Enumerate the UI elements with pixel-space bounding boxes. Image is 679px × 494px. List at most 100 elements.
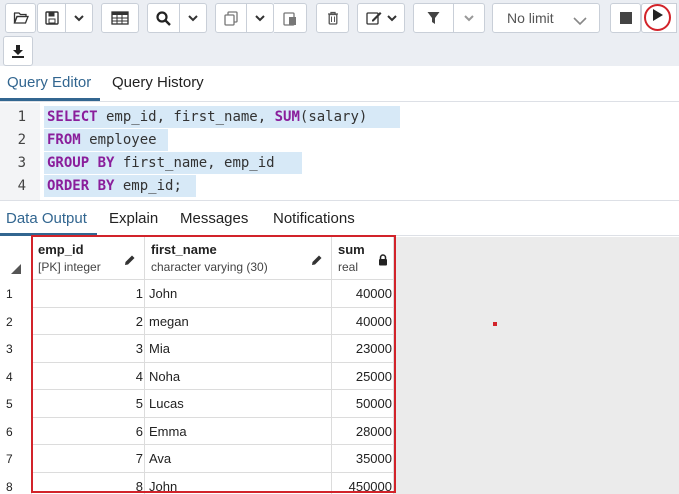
cell-sum[interactable]: 40000 xyxy=(332,307,394,335)
row-limit-value: No limit xyxy=(507,10,554,26)
lock-icon xyxy=(378,253,388,271)
editor-tabs: Query Editor Query History xyxy=(0,66,679,102)
cell-emp-id[interactable]: 6 xyxy=(32,417,145,445)
edit-button[interactable] xyxy=(357,3,405,33)
cell-first-name[interactable]: Lucas xyxy=(145,390,332,418)
cell-first-name[interactable]: Noha xyxy=(145,362,332,390)
select-all-corner[interactable] xyxy=(11,264,21,274)
cell-first-name[interactable]: megan xyxy=(145,307,332,335)
column-header-sum[interactable]: sum real xyxy=(332,237,394,280)
column-type: real xyxy=(338,260,359,274)
cell-sum[interactable]: 25000 xyxy=(332,362,394,390)
sql-keyword: SUM xyxy=(274,109,300,125)
line-number: 4 xyxy=(17,178,26,194)
active-tab-indicator xyxy=(0,233,97,236)
line-number: 1 xyxy=(17,109,26,125)
column-header-emp-id[interactable]: emp_id [PK] integer xyxy=(32,237,145,280)
row-number[interactable]: 7 xyxy=(6,452,13,466)
code-line: ORDER BY emp_id; xyxy=(44,175,196,197)
code-line: FROM employee xyxy=(44,129,168,151)
tab-query-editor[interactable]: Query Editor xyxy=(7,74,91,91)
cell-first-name[interactable]: Emma xyxy=(145,417,332,445)
tab-notifications[interactable]: Notifications xyxy=(273,210,355,227)
stop-icon xyxy=(619,12,632,24)
cell-sum[interactable]: 450000 xyxy=(332,472,394,494)
paste-button[interactable] xyxy=(274,3,307,33)
download-button[interactable] xyxy=(3,36,33,66)
filter-button[interactable] xyxy=(413,3,454,33)
column-type: [PK] integer xyxy=(38,260,101,274)
chevron-down-icon xyxy=(464,14,474,22)
column-name: emp_id xyxy=(38,242,84,257)
cell-emp-id[interactable]: 1 xyxy=(32,280,145,308)
execute-highlight xyxy=(644,4,671,31)
cell-emp-id[interactable]: 3 xyxy=(32,335,145,363)
row-number[interactable]: 1 xyxy=(6,287,13,301)
sql-keyword: SELECT xyxy=(47,109,98,125)
cell-sum[interactable]: 28000 xyxy=(332,417,394,445)
cell-emp-id[interactable]: 4 xyxy=(32,362,145,390)
open-file-button[interactable] xyxy=(5,3,36,33)
pencil-icon xyxy=(311,253,323,271)
result-tabs: Data Output Explain Messages Notificatio… xyxy=(0,200,679,236)
sql-keyword: ORDER BY xyxy=(47,178,115,194)
tab-data-output[interactable]: Data Output xyxy=(6,210,87,227)
cell-emp-id[interactable]: 2 xyxy=(32,307,145,335)
tab-explain[interactable]: Explain xyxy=(109,210,158,227)
sql-editor[interactable]: 1 2 3 4 SELECT emp_id, first_name, SUM(s… xyxy=(0,103,679,200)
row-limit-select[interactable]: No limit xyxy=(492,3,600,33)
cell-emp-id[interactable]: 8 xyxy=(32,472,145,494)
row-number-column xyxy=(0,237,32,494)
find-button[interactable] xyxy=(147,3,180,33)
delete-button[interactable] xyxy=(316,3,349,33)
copy-options-button[interactable] xyxy=(247,3,274,33)
pencil-icon xyxy=(124,253,136,271)
copy-button[interactable] xyxy=(215,3,247,33)
chevron-down-icon xyxy=(188,14,198,22)
cell-emp-id[interactable]: 5 xyxy=(32,390,145,418)
cell-first-name[interactable]: Ava xyxy=(145,445,332,473)
find-options-button[interactable] xyxy=(180,3,207,33)
save-options-button[interactable] xyxy=(66,3,93,33)
data-output-grid: emp_id [PK] integer first_name character… xyxy=(0,237,679,494)
cell-sum[interactable]: 50000 xyxy=(332,390,394,418)
marker-dot xyxy=(493,322,497,326)
chevron-down-icon xyxy=(74,14,84,22)
row-number[interactable]: 2 xyxy=(6,315,13,329)
play-icon xyxy=(652,8,664,27)
row-number[interactable]: 3 xyxy=(6,342,13,356)
cell-first-name[interactable]: John xyxy=(145,280,332,308)
active-tab-indicator xyxy=(0,98,100,101)
cell-sum[interactable]: 35000 xyxy=(332,445,394,473)
filter-options-button[interactable] xyxy=(454,3,485,33)
tab-messages[interactable]: Messages xyxy=(180,210,248,227)
sql-text: employee xyxy=(80,132,157,148)
tab-query-history[interactable]: Query History xyxy=(112,74,204,91)
cell-first-name[interactable]: John xyxy=(145,472,332,494)
stop-button[interactable] xyxy=(610,3,641,33)
column-header-first-name[interactable]: first_name character varying (30) xyxy=(145,237,332,280)
table-icon xyxy=(111,11,129,25)
row-number[interactable]: 4 xyxy=(6,370,13,384)
grid-view-button[interactable] xyxy=(101,3,139,33)
line-number: 3 xyxy=(17,155,26,171)
sql-text: first_name, emp_id xyxy=(114,155,275,171)
download-icon xyxy=(11,44,25,58)
sql-text: emp_id; xyxy=(114,178,182,194)
chevron-down-icon xyxy=(255,14,265,22)
code-line: SELECT emp_id, first_name, SUM(salary) xyxy=(44,106,400,128)
row-number[interactable]: 6 xyxy=(6,425,13,439)
column-name: sum xyxy=(338,242,365,257)
cell-sum[interactable]: 23000 xyxy=(332,335,394,363)
cell-emp-id[interactable]: 7 xyxy=(32,445,145,473)
save-button[interactable] xyxy=(37,3,66,33)
sql-keyword: GROUP BY xyxy=(47,155,115,171)
row-number[interactable]: 8 xyxy=(6,480,13,494)
cell-sum[interactable]: 40000 xyxy=(332,280,394,308)
folder-open-icon xyxy=(13,11,29,25)
filter-icon xyxy=(427,11,440,25)
sql-keyword: FROM xyxy=(47,132,81,148)
row-number[interactable]: 5 xyxy=(6,397,13,411)
cell-first-name[interactable]: Mia xyxy=(145,335,332,363)
chevron-down-icon xyxy=(573,13,587,29)
